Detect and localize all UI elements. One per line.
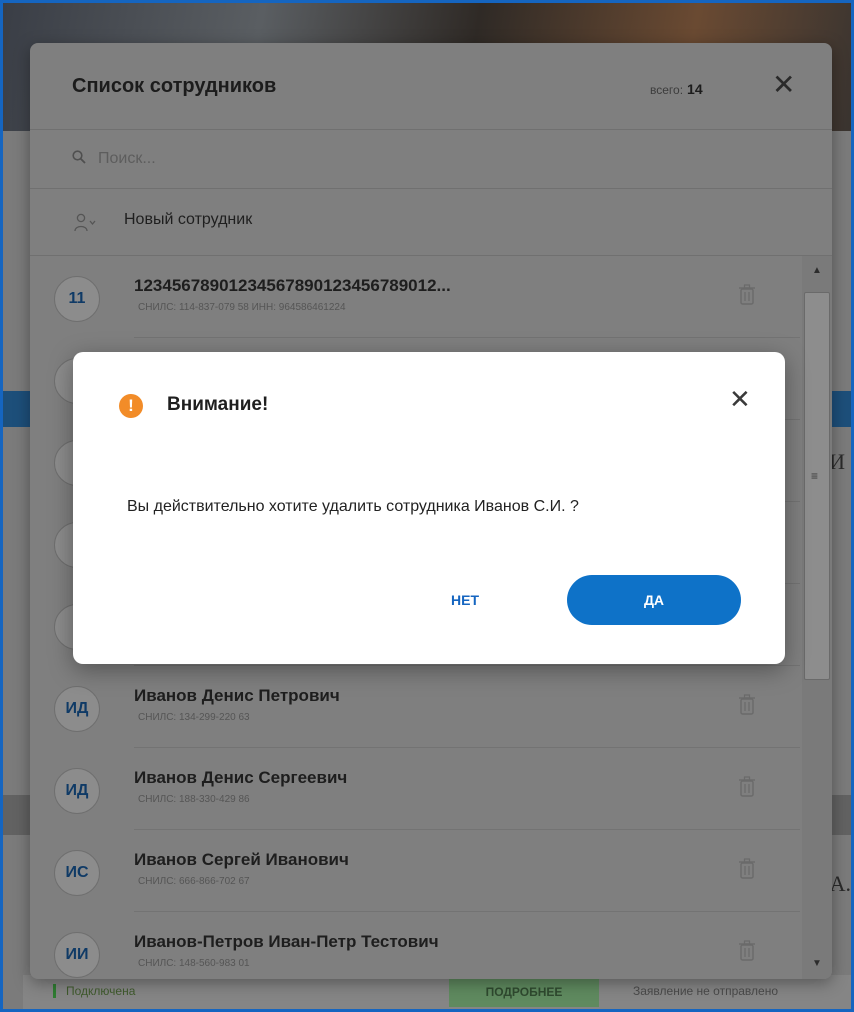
list-item[interactable]: ИД Иванов Денис Сергеевич СНИЛС: 188-330… [30,748,800,830]
scroll-thumb[interactable]: ≡ [804,292,830,680]
trash-icon[interactable] [738,694,756,716]
employee-details: СНИЛС: 188-330-429 86 [138,794,250,805]
dialog-title: Внимание! [167,394,269,415]
panel-close-icon[interactable]: ✕ [772,71,795,99]
screenshot-frame: й И А. Подключена ПОДРОБНЕЕ Заявление не… [0,0,854,1012]
warning-icon: ! [119,394,143,418]
search-bar [30,130,832,189]
employee-details: СНИЛС: 114-837-079 58 ИНН: 964586461224 [138,302,346,313]
yes-button[interactable]: ДА [567,575,741,625]
list-item[interactable]: ИИ Иванов-Петров Иван-Петр Тестович СНИЛ… [30,912,800,979]
panel-title: Список сотрудников [72,75,277,97]
new-employee-button[interactable]: Новый сотрудник [30,189,832,256]
confirm-delete-dialog: ! Внимание! ✕ Вы действительно хотите уд… [73,352,785,664]
search-icon [72,150,86,164]
total-label: всего: [650,83,684,97]
avatar: ИД [54,686,100,732]
employee-details: СНИЛС: 134-299-220 63 [138,712,250,723]
total-value: 14 [687,81,703,97]
search-input[interactable] [96,144,700,174]
footer-more-button: ПОДРОБНЕЕ [449,977,599,1007]
dialog-message: Вы действительно хотите удалить сотрудни… [127,498,579,515]
background-footer: Подключена ПОДРОБНЕЕ Заявление не отправ… [23,975,851,1009]
add-user-icon [74,213,96,232]
avatar: ИИ [54,932,100,978]
trash-icon[interactable] [738,284,756,306]
scroll-down-arrow-icon[interactable]: ▼ [802,949,832,979]
trash-icon[interactable] [738,776,756,798]
list-item[interactable]: 11 123456789012345678901234567890​12... … [30,256,800,338]
footer-note: Заявление не отправлено [633,984,778,998]
employee-details: СНИЛС: 666-866-702 67 [138,876,250,887]
list-item[interactable]: ИД Иванов Денис Петрович СНИЛС: 134-299-… [30,666,800,748]
employee-name: Иванов Денис Сергеевич [134,768,348,787]
list-item[interactable]: ИС Иванов Сергей Иванович СНИЛС: 666-866… [30,830,800,912]
avatar: ИД [54,768,100,814]
dialog-close-icon[interactable]: ✕ [729,386,751,412]
avatar: 11 [54,276,100,322]
avatar: ИС [54,850,100,896]
employee-name: Иванов-Петров Иван-Петр Тестович [134,932,439,951]
scroll-up-arrow-icon[interactable]: ▲ [802,256,832,286]
total-count: всего: 14 [650,81,703,97]
trash-icon[interactable] [738,858,756,880]
background-text-fragment: А. [829,871,851,896]
new-employee-label: Новый сотрудник [124,211,253,228]
panel-header: Список сотрудников всего: 14 ✕ [30,43,832,130]
no-button[interactable]: НЕТ [425,578,505,622]
employee-name: 123456789012345678901234567890​12... [134,276,451,295]
employee-details: СНИЛС: 148-560-983 01 [138,958,250,969]
employee-name: Иванов Денис Петрович [134,686,340,705]
list-scrollbar[interactable]: ▲ ≡ ▼ [802,256,832,979]
employee-name: Иванов Сергей Иванович [134,850,349,869]
footer-status: Подключена [53,984,135,998]
grip-icon: ≡ [811,469,819,483]
trash-icon[interactable] [738,940,756,962]
